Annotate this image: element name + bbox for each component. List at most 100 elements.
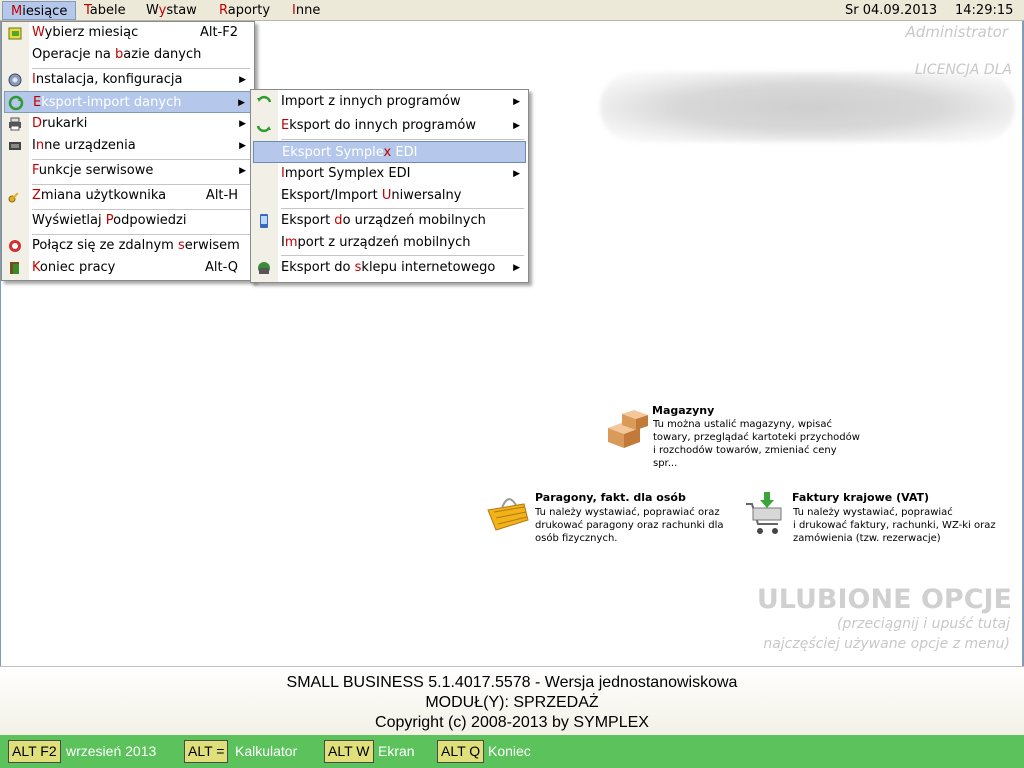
shortcut-description: Tu należy wystawiać, poprawiać i drukowa… — [793, 507, 996, 544]
submenu-item-eksport-do-innych[interactable]: Eksport do innych programów ▶ — [253, 115, 526, 137]
device-icon — [9, 142, 21, 150]
shop-icon — [258, 262, 270, 274]
shortcut-description: Tu można ustalić magazyny, wpisać towary… — [653, 419, 860, 469]
menu-item-label: Inne urządzenia — [32, 138, 136, 153]
submenu-item-import-z-innych[interactable]: Import z innych programów ▶ — [253, 91, 526, 113]
hotkey-alt-f2[interactable]: ALT F2 — [8, 740, 61, 763]
menu-item-operacje-na-bazie[interactable]: Operacje na bazie danych — [4, 44, 252, 66]
license-label: LICENCJA DLA — [914, 62, 1012, 78]
menu-item-label: Eksport do urządzeń mobilnych — [281, 213, 486, 228]
license-blurred-area — [600, 72, 1015, 142]
menu-item-label: Wyświetlaj Podpowiedzi — [32, 213, 187, 228]
shortcut-title: Magazyny — [652, 404, 715, 417]
menu-item-label: Import z urządzeń mobilnych — [281, 235, 471, 250]
hotkey-label-calculator[interactable]: Kalkulator — [235, 740, 297, 763]
menu-bar: Miesiące Tabele Wystaw Raporty Inne Sr 0… — [0, 0, 1024, 21]
eksport-import-submenu: Import z innych programów ▶ Eksport do i… — [250, 89, 529, 283]
menu-item-label: Eksport do innych programów — [281, 118, 477, 133]
submenu-arrow-icon: ▶ — [238, 98, 245, 108]
exit-icon — [10, 262, 19, 274]
clock-display: 14:29:15 — [955, 3, 1014, 18]
shortcut-label: Alt-F2 — [199, 25, 238, 40]
menu-separator — [281, 208, 524, 209]
gear-icon — [8, 73, 22, 87]
shortcut-magazyny[interactable]: Magazyny Tu można ustalić magazyny, wpis… — [600, 402, 860, 469]
menu-item-wybierz-miesiac[interactable]: Wybierz miesiąc Alt-F2 — [4, 22, 252, 44]
favorites-hint-line2: najczęściej używane opcje z menu) — [763, 636, 1010, 652]
submenu-arrow-icon: ▶ — [239, 75, 246, 85]
product-info-panel: SMALL BUSINESS 5.1.4017.5578 - Wersja je… — [0, 666, 1024, 735]
refresh-icon — [8, 95, 24, 111]
menu-item-label: Funkcje serwisowe — [32, 163, 154, 178]
menu-label: nne — [295, 3, 321, 18]
submenu-arrow-icon: ▶ — [239, 166, 246, 176]
submenu-arrow-icon: ▶ — [239, 119, 246, 129]
shortcut-faktury[interactable]: Faktury krajowe (VAT) Tu należy wystawia… — [744, 490, 1004, 550]
menu-wystaw[interactable]: Wystaw — [138, 1, 205, 20]
submenu-item-eksport-symplex-edi[interactable]: Eksport Symplex EDI — [253, 141, 526, 163]
submenu-item-uniwersalny[interactable]: Eksport/Import Uniwersalny — [253, 185, 526, 207]
menu-label: W — [146, 3, 159, 18]
hotkey-label-month[interactable]: wrzesień 2013 — [66, 740, 156, 763]
menu-item-podpowiedzi[interactable]: Wyświetlaj Podpowiedzi — [4, 210, 252, 232]
hotkey-alt-w[interactable]: ALT W — [324, 740, 374, 763]
menu-item-label: Połącz się ze zdalnym serwisem — [32, 238, 240, 253]
menu-item-koniec-pracy[interactable]: Koniec pracy Alt-Q — [4, 257, 252, 279]
shortcut-title: Paragony, fakt. dla osób — [535, 491, 686, 504]
hotkey-label-screen[interactable]: Ekran — [378, 740, 415, 763]
shortcut-label: Alt-Q — [204, 260, 238, 275]
menu-accel: R — [219, 3, 228, 18]
menu-item-label: Import Symplex EDI — [281, 166, 411, 181]
menu-label: aporty — [227, 3, 271, 18]
basket-icon — [487, 498, 529, 531]
export-icon — [256, 125, 271, 133]
favorites-hint-line1: (przeciągnij i upuść tutaj — [837, 616, 1010, 632]
menu-item-label: Eksport Symplex EDI — [282, 145, 418, 160]
menu-item-zdalny-serwis[interactable]: Połącz się ze zdalnym serwisem — [4, 235, 252, 257]
miesiace-dropdown: Wybierz miesiąc Alt-F2 Operacje na bazie… — [1, 21, 255, 281]
menu-item-drukarki[interactable]: Drukarki ▶ — [4, 113, 252, 135]
menu-item-label: Eksport do sklepu internetowego — [281, 260, 496, 275]
menu-item-zmiana-uzytkownika[interactable]: Zmiana użytkownika Alt-H — [4, 185, 252, 207]
hotkey-alt-equals[interactable]: ALT = — [184, 740, 229, 763]
key-icon — [8, 192, 19, 203]
status-bar: ALT F2 wrzesień 2013 ALT = Kalkulator AL… — [0, 735, 1024, 768]
submenu-arrow-icon: ▶ — [513, 263, 520, 273]
copyright: Copyright (c) 2008-2013 by SYMPLEX — [375, 714, 649, 731]
cart-icon — [746, 492, 782, 534]
menu-item-inne-urzadzenia[interactable]: Inne urządzenia ▶ — [4, 135, 252, 157]
menu-item-label: Koniec pracy — [32, 260, 116, 275]
submenu-item-import-symplex-edi[interactable]: Import Symplex EDI ▶ — [253, 163, 526, 185]
menu-item-eksport-import[interactable]: Eksport-import danych ▶ — [4, 91, 252, 113]
menu-accel: M — [11, 4, 23, 19]
shortcut-paragony[interactable]: Paragony, fakt. dla osób Tu należy wysta… — [484, 490, 724, 550]
menu-item-funkcje-serwisowe[interactable]: Funkcje serwisowe ▶ — [4, 160, 252, 182]
shortcut-description: Tu należy wystawiać, poprawiać oraz druk… — [535, 507, 724, 544]
submenu-arrow-icon: ▶ — [513, 121, 520, 131]
hotkey-label-exit[interactable]: Koniec — [488, 740, 531, 763]
submenu-item-sklep-internetowy[interactable]: Eksport do sklepu internetowego ▶ — [253, 257, 526, 279]
menu-raporty[interactable]: Raporty — [211, 1, 278, 20]
submenu-arrow-icon: ▶ — [513, 169, 520, 179]
product-version: SMALL BUSINESS 5.1.4017.5578 - Wersja je… — [286, 674, 738, 691]
menu-item-label: Instalacja, konfiguracja — [32, 72, 183, 87]
boxes-icon — [608, 410, 648, 448]
submenu-arrow-icon: ▶ — [239, 141, 246, 151]
menu-item-label: Eksport/Import Uniwersalny — [281, 188, 462, 203]
submenu-item-eksport-mobilne[interactable]: Eksport do urządzeń mobilnych — [253, 210, 526, 232]
product-modules: MODUŁ(Y): SPRZEDAŻ — [425, 694, 599, 711]
menu-tabele[interactable]: Tabele — [76, 1, 134, 20]
menu-inne[interactable]: Inne — [284, 1, 328, 20]
menu-label: staw — [166, 3, 197, 18]
shortcut-label: Alt-H — [205, 188, 238, 203]
support-icon — [9, 240, 21, 252]
menu-item-label: Drukarki — [32, 116, 88, 131]
date-display: Sr 04.09.2013 — [845, 3, 938, 18]
hotkey-alt-q[interactable]: ALT Q — [437, 740, 485, 763]
submenu-item-import-mobilne[interactable]: Import z urządzeń mobilnych — [253, 232, 526, 254]
favorites-title: ULUBIONE OPCJE — [756, 584, 1012, 615]
menu-miesiace[interactable]: Miesiące — [2, 1, 77, 20]
menu-item-label: Import z innych programów — [281, 94, 461, 109]
menu-item-instalacja[interactable]: Instalacja, konfiguracja ▶ — [4, 69, 252, 91]
menu-item-label: Zmiana użytkownika — [32, 188, 167, 203]
